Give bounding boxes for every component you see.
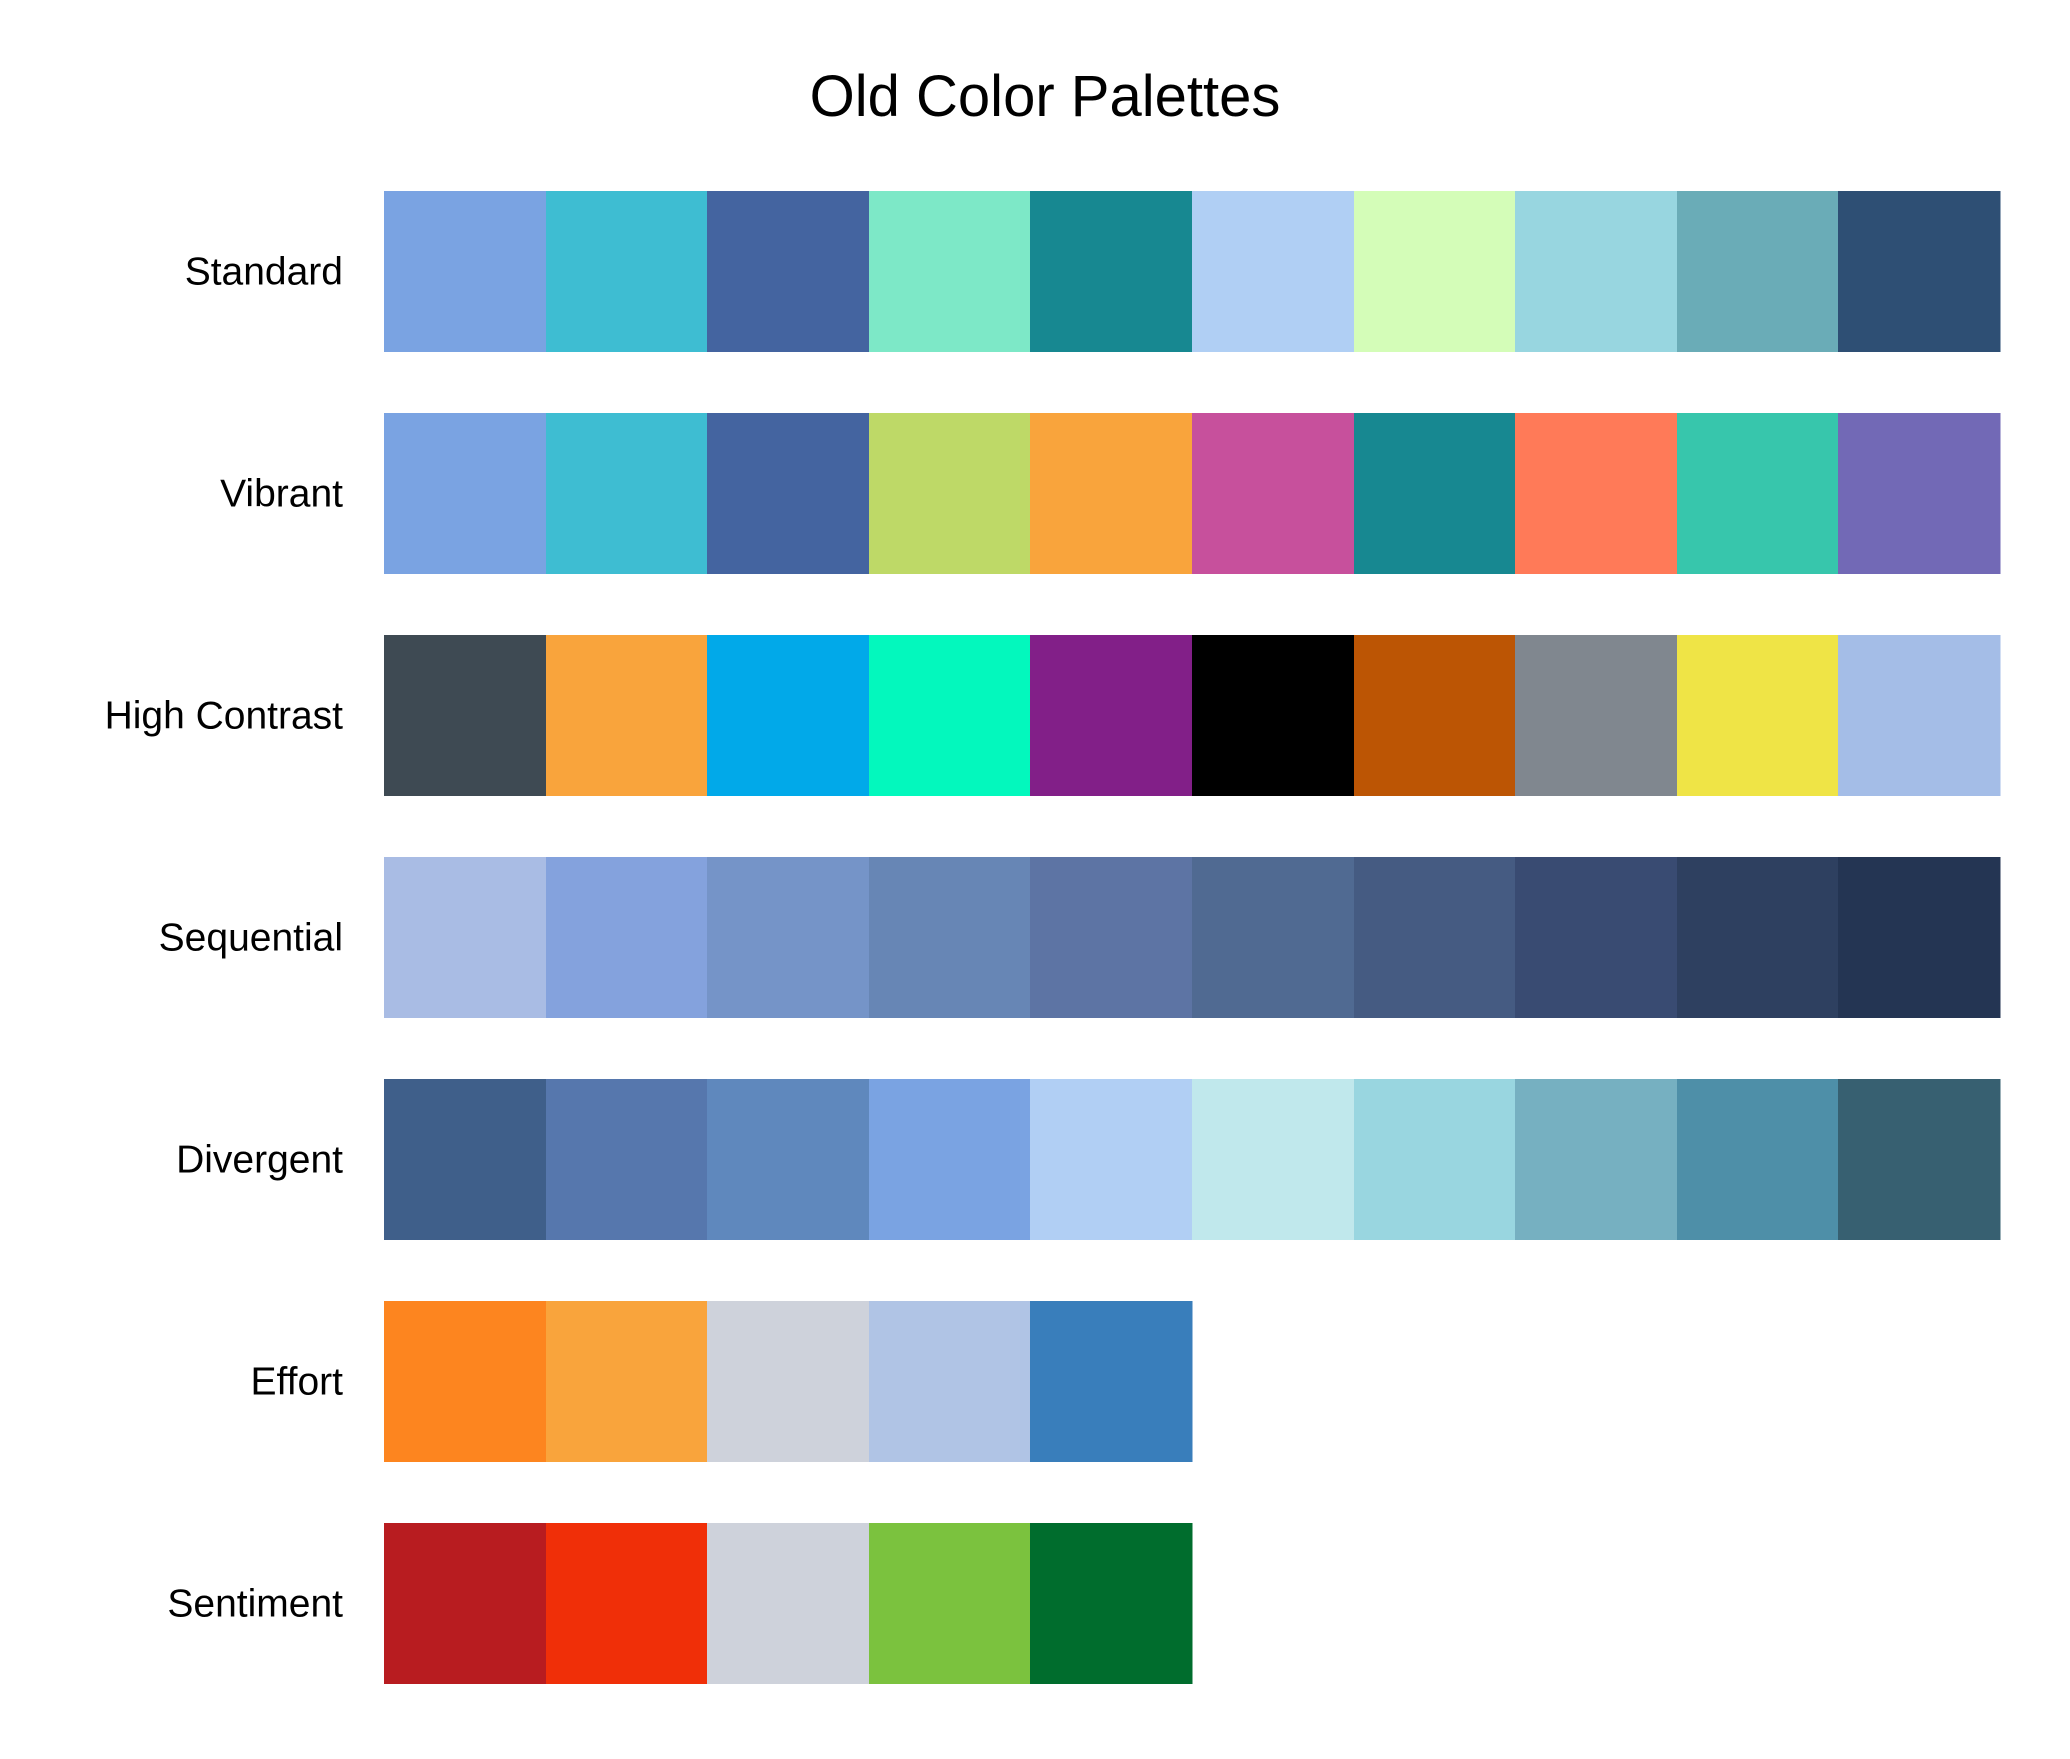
color-swatch bbox=[546, 857, 708, 1018]
color-swatch bbox=[384, 191, 547, 352]
color-swatch bbox=[1354, 635, 1516, 796]
color-swatch bbox=[1354, 191, 1516, 352]
palette-row: Sentiment bbox=[167, 1523, 1193, 1684]
color-swatch bbox=[707, 413, 870, 574]
color-swatch bbox=[1677, 857, 1839, 1018]
color-swatch bbox=[384, 413, 547, 574]
palette-rows: Standard Vibrant High Contrast Sequential Di… bbox=[105, 191, 2001, 1684]
color-swatch bbox=[546, 191, 708, 352]
palette-row: Vibrant bbox=[220, 413, 2001, 574]
color-swatch bbox=[1030, 1523, 1193, 1684]
palette-label: Effort bbox=[251, 1361, 344, 1404]
color-swatch bbox=[1677, 191, 1839, 352]
color-swatch bbox=[546, 1523, 708, 1684]
color-swatch bbox=[1838, 1079, 2001, 1240]
palette-row: High Contrast bbox=[105, 635, 2001, 796]
palette-label: Vibrant bbox=[220, 473, 343, 516]
color-swatch bbox=[1354, 857, 1516, 1018]
color-swatch bbox=[546, 1079, 708, 1240]
color-swatch bbox=[1838, 413, 2001, 574]
color-swatch bbox=[384, 857, 547, 1018]
color-swatch bbox=[1515, 857, 1678, 1018]
palette-label: Divergent bbox=[176, 1139, 343, 1182]
palette-row: Standard bbox=[185, 191, 2001, 352]
color-swatch bbox=[707, 1301, 870, 1462]
color-swatch bbox=[869, 857, 1031, 1018]
color-swatch bbox=[707, 635, 870, 796]
palette-label: Sequential bbox=[159, 917, 343, 960]
palette-row: Effort bbox=[251, 1301, 1193, 1462]
color-swatch bbox=[384, 635, 547, 796]
color-swatch bbox=[384, 1079, 547, 1240]
chart-title: Old Color Palettes bbox=[810, 64, 1281, 129]
color-swatch bbox=[869, 191, 1031, 352]
color-swatch bbox=[1030, 1301, 1193, 1462]
color-swatch bbox=[1515, 191, 1678, 352]
color-swatch bbox=[1515, 1079, 1678, 1240]
color-swatch bbox=[384, 1523, 547, 1684]
color-swatch bbox=[1030, 413, 1193, 574]
palette-label: Sentiment bbox=[167, 1583, 343, 1626]
color-swatch bbox=[707, 857, 870, 1018]
color-swatch bbox=[869, 1079, 1031, 1240]
color-swatch bbox=[869, 635, 1031, 796]
palette-label: High Contrast bbox=[105, 695, 344, 738]
color-swatch bbox=[1515, 635, 1678, 796]
color-swatch bbox=[1192, 1079, 1355, 1240]
color-swatch bbox=[869, 413, 1031, 574]
color-swatch bbox=[1354, 413, 1516, 574]
color-swatch bbox=[1677, 413, 1839, 574]
color-swatch bbox=[384, 1301, 547, 1462]
color-swatch bbox=[1677, 1079, 1839, 1240]
color-swatch bbox=[1192, 191, 1355, 352]
color-swatch bbox=[1354, 1079, 1516, 1240]
color-swatch bbox=[1030, 635, 1193, 796]
palette-chart: Old Color Palettes Standard Vibrant High C… bbox=[105, 64, 2001, 1684]
color-swatch bbox=[1515, 413, 1678, 574]
color-swatch bbox=[546, 635, 708, 796]
color-swatch bbox=[869, 1301, 1031, 1462]
color-swatch bbox=[1677, 635, 1839, 796]
color-swatch bbox=[1192, 857, 1355, 1018]
color-swatch bbox=[1838, 191, 2001, 352]
color-swatch bbox=[1838, 857, 2001, 1018]
color-swatch bbox=[707, 191, 870, 352]
color-swatch bbox=[1838, 635, 2001, 796]
color-swatch bbox=[707, 1079, 870, 1240]
color-swatch bbox=[1192, 413, 1355, 574]
palette-row: Sequential bbox=[159, 857, 2001, 1018]
palette-label: Standard bbox=[185, 251, 343, 294]
color-swatch bbox=[1030, 191, 1193, 352]
color-swatch bbox=[707, 1523, 870, 1684]
color-swatch bbox=[546, 413, 708, 574]
color-swatch bbox=[869, 1523, 1031, 1684]
color-swatch bbox=[1192, 635, 1355, 796]
color-swatch bbox=[546, 1301, 708, 1462]
color-swatch bbox=[1030, 857, 1193, 1018]
palette-row: Divergent bbox=[176, 1079, 2001, 1240]
color-swatch bbox=[1030, 1079, 1193, 1240]
